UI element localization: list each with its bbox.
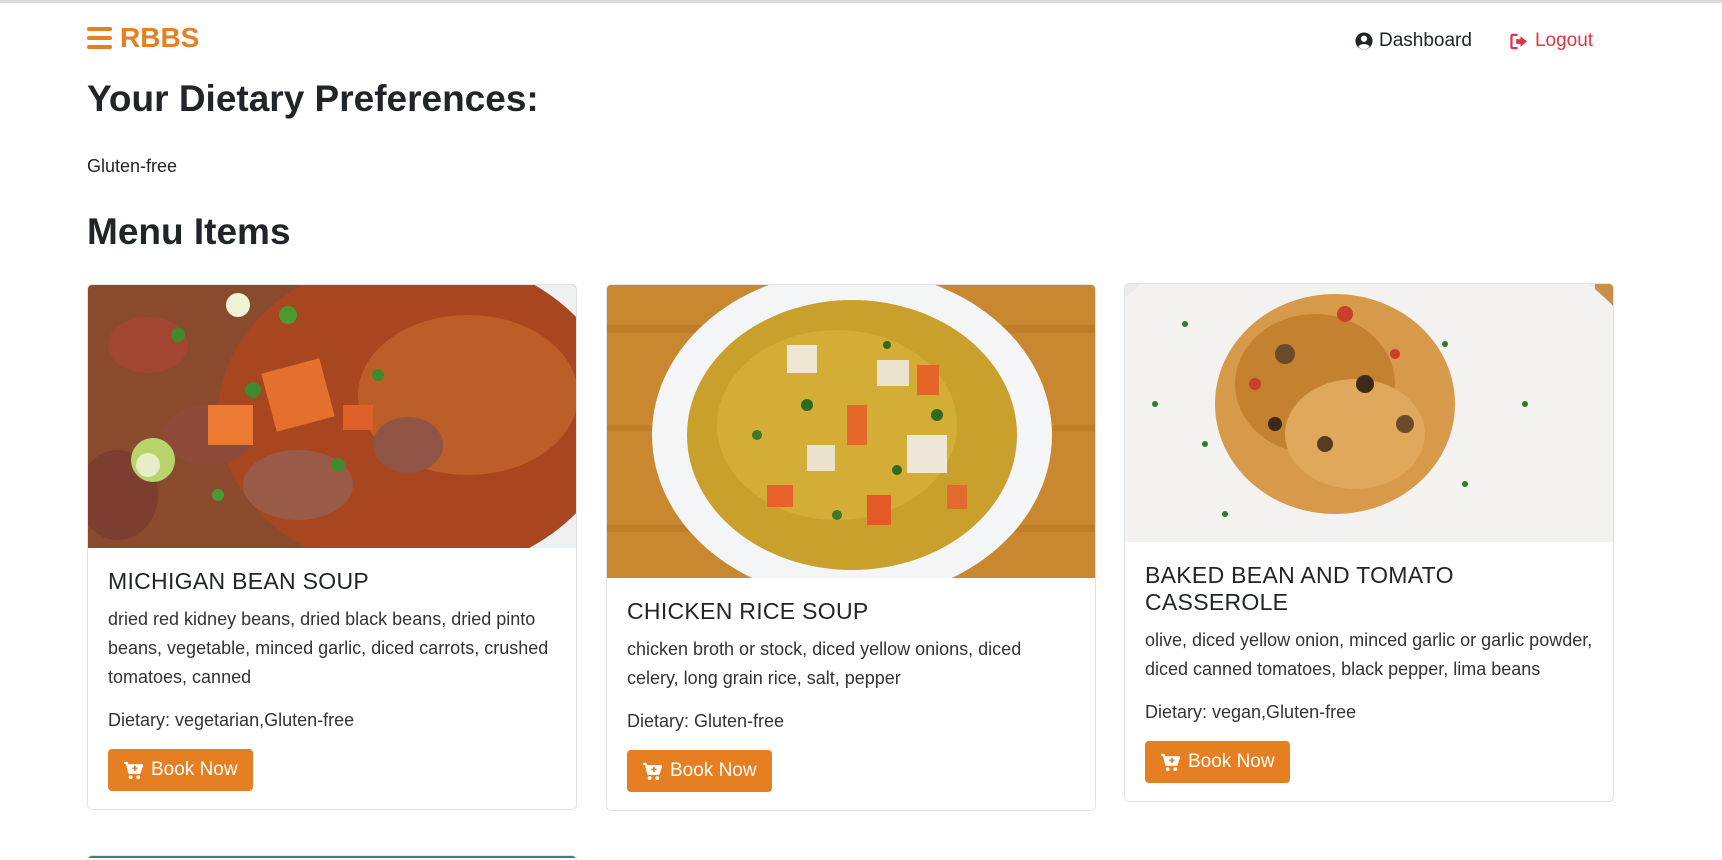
menu-card: BAKED BEAN AND TOMATO CASSEROLE olive, d… (1124, 283, 1614, 802)
menu-item-dietary: Dietary: vegan,Gluten-free (1145, 702, 1357, 722)
menu-items-heading: Menu Items (87, 211, 291, 252)
brand-name: RBBS (120, 22, 200, 53)
menu-card: MICHIGAN BEAN SOUP dried red kidney bean… (87, 284, 577, 810)
menu-item-title: CHICKEN RICE SOUP (627, 598, 869, 624)
book-now-label: Book Now (1188, 751, 1275, 772)
cart-plus-icon (124, 761, 144, 779)
menu-item-title: BAKED BEAN AND TOMATO CASSEROLE (1145, 562, 1454, 615)
nav-logout-link[interactable]: Logout (1510, 30, 1593, 52)
hamburger-icon[interactable] (87, 27, 112, 49)
dietary-preferences-value: Gluten-free (87, 156, 178, 176)
menu-item-image (88, 285, 576, 548)
logout-label: Logout (1534, 30, 1594, 51)
dietary-preferences-heading: Your Dietary Preferences: (87, 78, 539, 119)
card-body: CHICKEN RICE SOUP chicken broth or stock… (607, 578, 1095, 810)
menu-item-description: olive, diced yellow onion, minced garlic… (1145, 630, 1593, 679)
book-now-button[interactable]: Book Now (1145, 741, 1290, 783)
top-border (0, 0, 1722, 3)
book-now-button[interactable]: Book Now (627, 750, 772, 792)
menu-item-dietary: Dietary: vegetarian,Gluten-free (108, 710, 355, 730)
nav-dashboard-link[interactable]: Dashboard (1355, 30, 1472, 52)
brand-link[interactable]: RBBS (87, 22, 199, 54)
menu-item-image (1125, 284, 1613, 542)
book-now-button[interactable]: Book Now (108, 749, 253, 791)
menu-item-image (607, 285, 1095, 578)
menu-item-title: MICHIGAN BEAN SOUP (108, 568, 369, 594)
menu-item-description: chicken broth or stock, diced yellow oni… (627, 639, 1022, 688)
card-body: MICHIGAN BEAN SOUP dried red kidney bean… (88, 548, 576, 809)
menu-item-dietary: Dietary: Gluten-free (627, 711, 785, 731)
card-body: BAKED BEAN AND TOMATO CASSEROLE olive, d… (1125, 542, 1613, 801)
dashboard-label: Dashboard (1379, 30, 1472, 51)
nav-links: Dashboard Logout (1355, 30, 1593, 52)
cart-plus-icon (643, 762, 663, 780)
user-circle-icon (1355, 32, 1373, 50)
navbar: RBBS Dashboard Logout (87, 22, 1722, 62)
cart-plus-icon (1161, 753, 1181, 771)
menu-card-next-partial (87, 855, 577, 860)
menu-item-description: dried red kidney beans, dried black bean… (108, 609, 549, 687)
menu-card: CHICKEN RICE SOUP chicken broth or stock… (606, 284, 1096, 811)
sign-out-icon (1510, 33, 1528, 49)
book-now-label: Book Now (151, 759, 238, 780)
book-now-label: Book Now (670, 760, 757, 781)
